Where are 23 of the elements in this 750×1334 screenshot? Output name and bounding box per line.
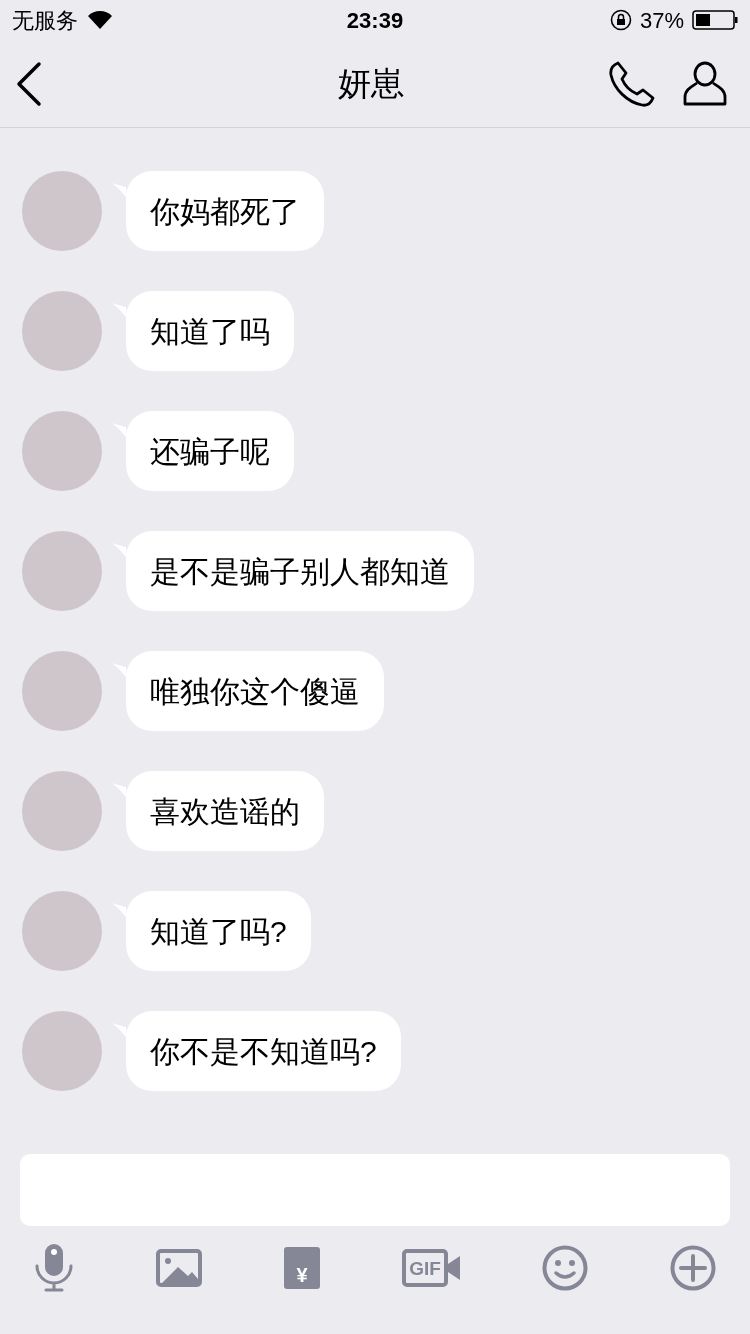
- yen-envelope-icon[interactable]: ¥: [284, 1247, 321, 1289]
- message-bubble[interactable]: 你妈都死了: [126, 171, 324, 251]
- rotation-lock-icon: [609, 9, 632, 31]
- contact-name: 妍崽: [338, 63, 404, 104]
- wifi-icon: [88, 11, 112, 29]
- message-bubble[interactable]: 唯独你这个傻逼: [126, 651, 384, 731]
- carrier-text: 无服务: [12, 6, 78, 35]
- phone-icon[interactable]: [608, 59, 656, 108]
- message-bubble[interactable]: 还骗子呢: [126, 411, 294, 491]
- back-icon[interactable]: [14, 60, 44, 107]
- plus-icon[interactable]: [670, 1245, 716, 1291]
- battery-percent: 37%: [639, 6, 684, 35]
- battery-icon: [692, 10, 738, 30]
- message-bubble[interactable]: 你不是不知道吗?: [126, 1011, 401, 1091]
- clock-text: 23:39: [346, 6, 404, 35]
- microphone-icon[interactable]: [34, 1244, 74, 1292]
- image-icon[interactable]: [156, 1249, 203, 1287]
- person-icon[interactable]: [682, 60, 728, 107]
- message-bubble[interactable]: 喜欢造谣的: [126, 771, 324, 851]
- message-bubble[interactable]: 是不是骗子别人都知道: [126, 531, 474, 611]
- message-bubble[interactable]: 知道了吗?: [126, 891, 311, 971]
- smiley-icon[interactable]: [541, 1245, 588, 1291]
- message-bubble[interactable]: 知道了吗: [126, 291, 294, 371]
